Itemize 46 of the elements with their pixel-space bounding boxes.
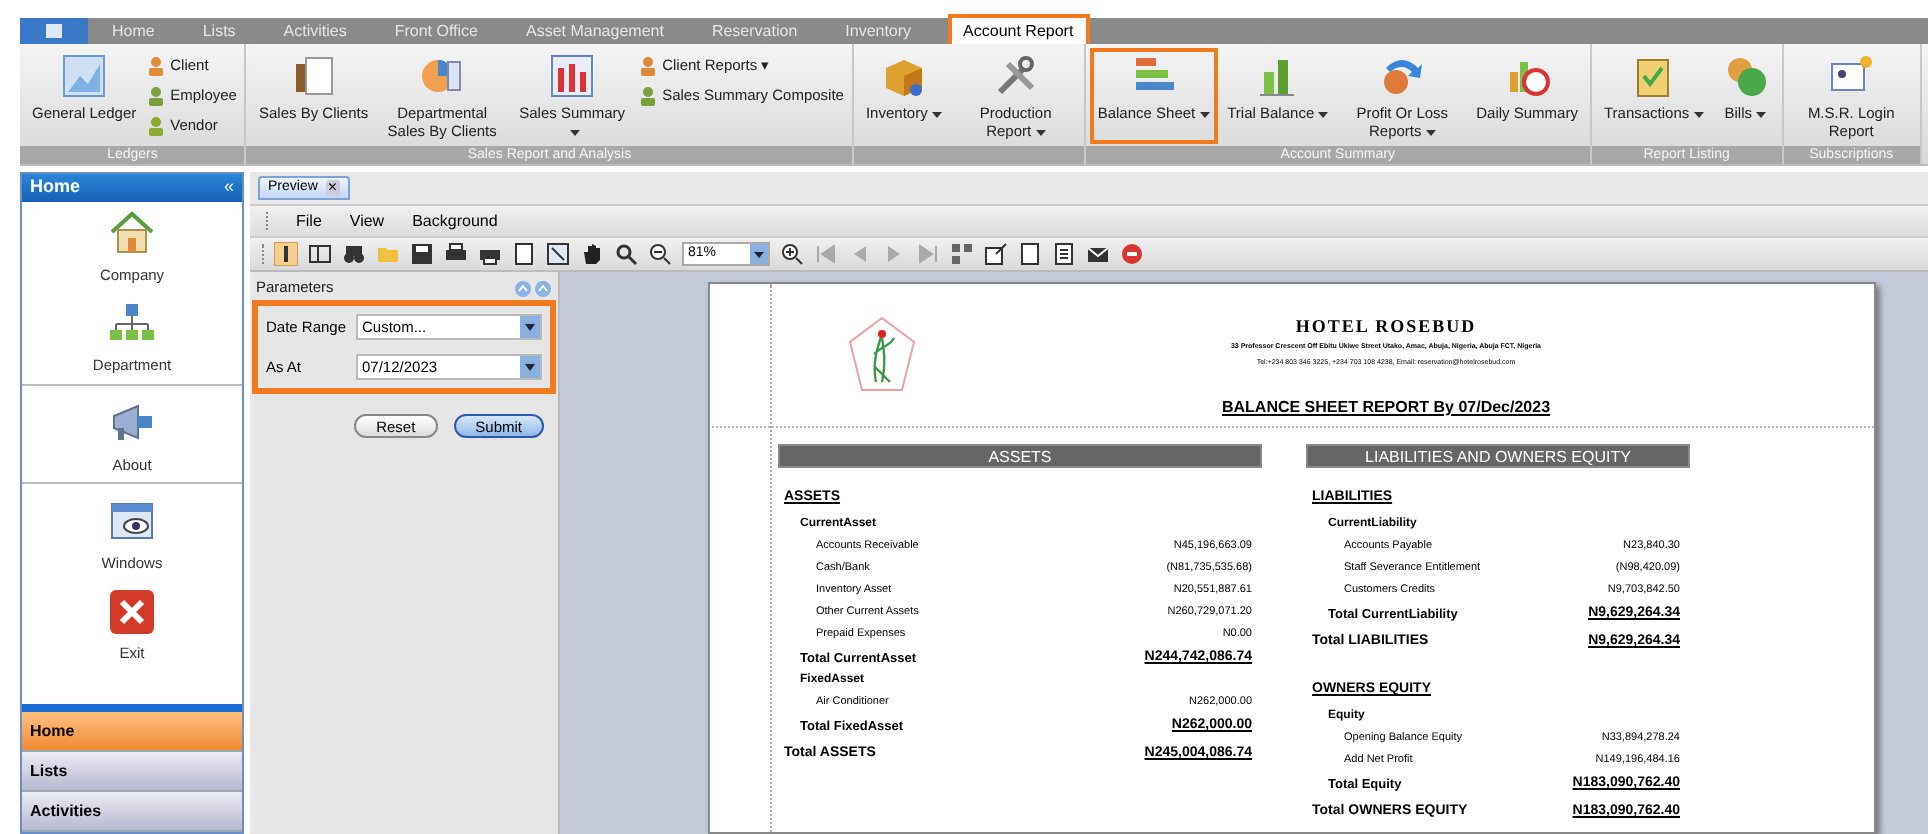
app-menu-icon[interactable] [20,18,88,44]
page-setup-icon[interactable] [546,242,570,266]
collapse-button[interactable]: « [223,174,234,202]
stop-icon[interactable] [1120,242,1144,266]
caret-icon [569,129,580,136]
menu-item[interactable]: File [296,209,322,233]
hand-icon[interactable] [580,242,604,266]
export-icon[interactable] [984,242,1008,266]
report-title: BALANCE SHEET REPORT By 07/Dec/2023 [1221,396,1551,420]
caret-icon [1035,129,1046,136]
close-icon [106,586,158,638]
person-icon [146,55,167,75]
bar-chart-icon [548,52,597,100]
zoom-out-icon[interactable] [648,242,672,266]
report-icon [60,52,109,100]
caret-icon [931,111,942,118]
layout-icon[interactable] [950,242,974,266]
hotel-name: HOTEL ROSEBUD [1295,314,1477,340]
nav-button[interactable]: Activities [22,792,242,832]
sidebar-title: Home [30,174,81,201]
binoculars-icon[interactable] [342,242,366,266]
caret-icon [1425,129,1436,136]
caret-icon [1199,111,1210,118]
page-icon[interactable] [1018,242,1042,266]
email-icon[interactable] [1086,242,1110,266]
search-icon[interactable] [614,242,638,266]
zoom-in-icon[interactable] [780,242,804,266]
caret-icon [1756,111,1766,118]
hotel-logo-drawing [846,314,918,394]
split-view-icon[interactable] [308,242,332,266]
save-icon[interactable] [410,242,434,266]
close-tab-button[interactable]: × [325,180,340,196]
menu-item[interactable]: Background [412,209,498,233]
document-icon[interactable] [1052,242,1076,266]
person-icon [638,55,659,75]
caret-icon [1318,111,1329,118]
nav-button[interactable]: Home [22,712,242,752]
column-header: LIABILITIES AND OWNERS EQUITY [1306,444,1690,468]
menu-item[interactable]: View [349,209,385,233]
pointer-icon[interactable] [274,242,298,266]
printer-icon[interactable] [444,242,468,266]
nav-button[interactable]: Lists [22,752,242,792]
page-icon[interactable] [512,242,536,266]
menu-tab[interactable]: Account Report [947,14,1090,44]
caret-icon [1693,111,1704,118]
column-header: ASSETS [778,444,1262,468]
